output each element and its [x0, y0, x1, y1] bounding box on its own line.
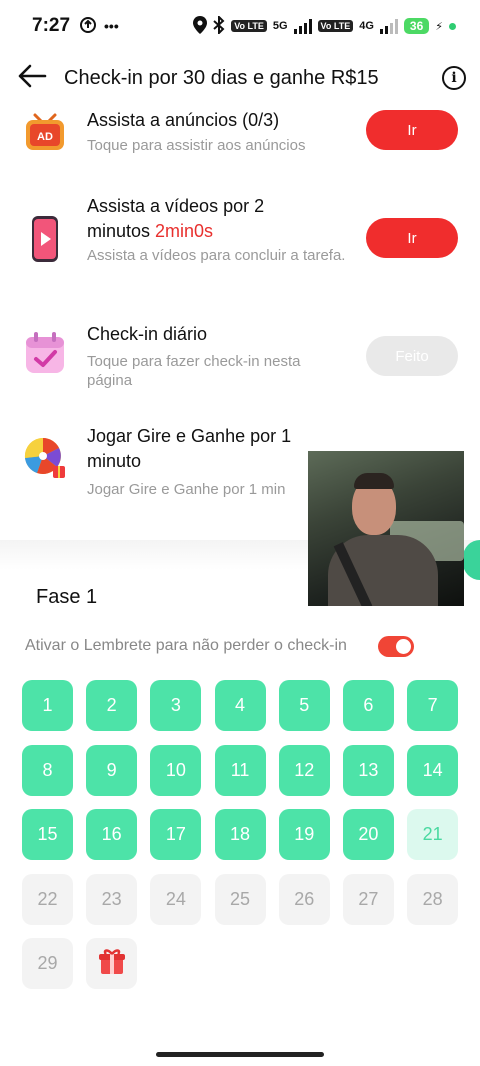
- go-button[interactable]: Ir: [366, 218, 458, 258]
- calendar-day[interactable]: 3: [150, 680, 202, 731]
- charging-icon: ⚡: [435, 20, 443, 33]
- calendar-check-icon: [22, 330, 68, 376]
- phone-video-icon: [22, 216, 68, 262]
- task-title: Assista a vídeos por 2 minutos 2min0s: [87, 196, 265, 241]
- floating-tab[interactable]: [463, 540, 480, 580]
- calendar-day[interactable]: 1: [22, 680, 73, 731]
- back-button[interactable]: [0, 52, 64, 104]
- privacy-dot-icon: [449, 22, 456, 30]
- notification-icon: [80, 16, 97, 36]
- calendar-day[interactable]: 8: [22, 744, 73, 796]
- reminder-label: Ativar o Lembrete para não perder o chec…: [25, 637, 347, 654]
- done-button[interactable]: Feito: [366, 336, 458, 376]
- signal-icon: [293, 18, 312, 34]
- calendar-day[interactable]: 7: [407, 680, 459, 731]
- svg-text:AD: AD: [37, 131, 53, 143]
- home-indicator[interactable]: [156, 1052, 324, 1057]
- calendar-day[interactable]: 27: [342, 873, 394, 925]
- battery-icon: 36: [403, 18, 430, 34]
- go-button[interactable]: Ir: [366, 110, 458, 150]
- calendar-day[interactable]: 21: [407, 809, 459, 860]
- task-title: Check-in diário: [87, 324, 208, 344]
- volte-badge-2: Vo LTE: [317, 20, 354, 32]
- task-subtitle: Assista a vídeos para concluir a tarefa.: [87, 247, 346, 264]
- network-type-5g: 5G: [272, 20, 288, 32]
- task-subtitle: Toque para fazer check-in nesta página: [87, 353, 301, 389]
- calendar-day[interactable]: 26: [278, 873, 330, 925]
- more-notifications-icon: •••: [104, 18, 119, 34]
- calendar-day[interactable]: 17: [150, 809, 202, 860]
- app-bar: Check-in por 30 dias e ganhe R$15 i: [0, 52, 480, 104]
- calendar-day[interactable]: 24: [150, 873, 202, 925]
- calendar-day[interactable]: 13: [342, 744, 394, 796]
- calendar-day[interactable]: 22: [22, 873, 73, 925]
- calendar-day[interactable]: 5: [278, 680, 330, 731]
- calendar-day[interactable]: 10: [150, 744, 202, 796]
- calendar-day-reward[interactable]: [86, 938, 138, 989]
- calendar-day[interactable]: 19: [278, 809, 330, 860]
- calendar-day[interactable]: 2: [86, 680, 138, 731]
- prize-wheel-icon: [22, 436, 68, 482]
- tv-ad-icon: AD: [22, 108, 68, 154]
- network-type-4g: 4G: [359, 20, 374, 32]
- calendar-day[interactable]: 9: [86, 744, 138, 796]
- floating-video-overlay[interactable]: [308, 451, 464, 606]
- phase-title: Fase 1: [36, 586, 98, 608]
- calendar-day[interactable]: 20: [342, 809, 394, 860]
- status-bar: 7:27 ••• Vo LTE 5G Vo LTE 4G 36 ⚡: [0, 0, 480, 52]
- calendar-day[interactable]: 23: [86, 873, 138, 925]
- task-title: Jogar Gire e Ganhe por 1 minuto: [87, 426, 292, 471]
- calendar-day[interactable]: 25: [214, 873, 266, 925]
- checkin-calendar: 1 2 3 4 5 6 7 8 9 10 11 12 13 14 15 16 17 18 19 20 21 22 23 24 2…: [22, 680, 459, 989]
- task-title: Assista a anúncios (0/3): [87, 110, 280, 130]
- calendar-day[interactable]: 15: [22, 809, 73, 860]
- volte-badge: Vo LTE: [231, 20, 267, 32]
- calendar-day[interactable]: 18: [214, 809, 266, 860]
- gift-icon: [97, 946, 127, 981]
- info-button[interactable]: i: [442, 66, 466, 90]
- calendar-day[interactable]: 11: [214, 744, 266, 796]
- calendar-day[interactable]: 16: [86, 809, 138, 860]
- bluetooth-icon: [213, 14, 225, 37]
- timer-text: 2min0s: [155, 221, 214, 241]
- arrow-left-icon: [17, 64, 47, 93]
- task-subtitle: Toque para assistir aos anúncios: [87, 137, 306, 154]
- calendar-day[interactable]: 4: [214, 680, 266, 731]
- signal-icon-2: [379, 18, 398, 34]
- calendar-day[interactable]: 28: [407, 873, 459, 925]
- location-icon: [193, 15, 208, 37]
- calendar-day[interactable]: 29: [22, 938, 73, 989]
- page-title: Check-in por 30 dias e ganhe R$15: [64, 66, 379, 89]
- calendar-day[interactable]: 12: [278, 744, 330, 796]
- calendar-day[interactable]: 6: [342, 680, 394, 731]
- info-icon: i: [451, 70, 457, 86]
- reminder-toggle[interactable]: [378, 636, 414, 657]
- status-time: 7:27: [32, 15, 71, 36]
- calendar-day[interactable]: 14: [407, 744, 459, 796]
